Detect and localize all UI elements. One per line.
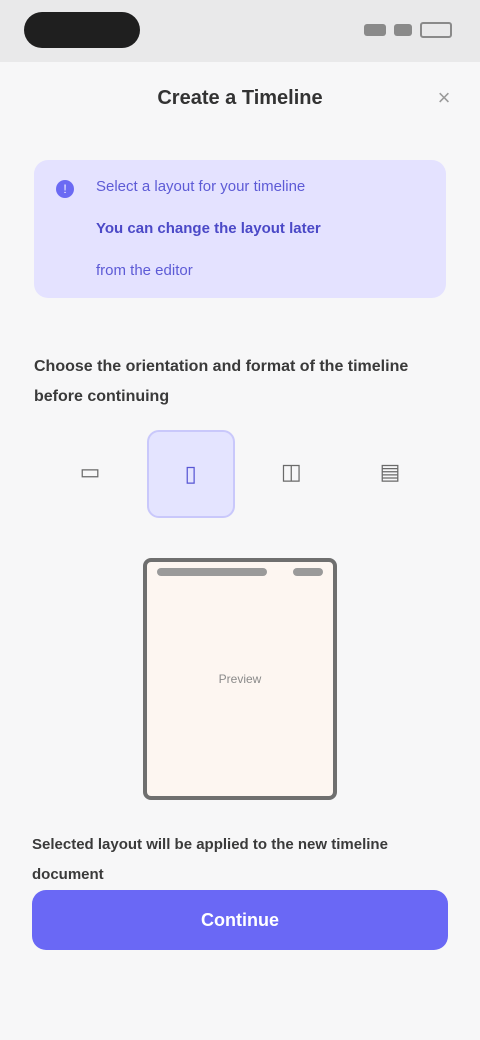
preview-header-bar [157, 568, 267, 576]
layout-option-1[interactable]: ▭ [48, 430, 132, 514]
battery-icon [420, 22, 452, 38]
signal-icon [364, 24, 386, 36]
preview-label: Preview [218, 672, 262, 686]
layout-options: ▭ ▯ ◫ ▤ [48, 430, 432, 526]
layout-option-4[interactable]: ▤ [348, 430, 432, 514]
status-icons [364, 22, 452, 38]
info-line-2: You can change the layout later [96, 220, 321, 237]
page-title: Create a Timeline [157, 86, 323, 109]
layout-icon: ▭ [79, 459, 101, 484]
layout-icon: ▤ [379, 459, 401, 484]
status-bar [0, 0, 480, 62]
layout-preview: Preview [143, 558, 337, 800]
close-icon: × [437, 85, 451, 110]
header: Create a Timeline × [0, 66, 480, 130]
preview-header-bar [293, 568, 323, 576]
dynamic-island [24, 12, 140, 48]
close-button[interactable]: × [428, 82, 460, 114]
info-icon: ! [56, 180, 74, 198]
instruction-text: Choose the orientation and format of the… [34, 358, 409, 405]
layout-option-2[interactable]: ▯ [146, 430, 235, 518]
layout-icon: ▯ [184, 461, 197, 486]
info-line-3: from the editor [96, 262, 193, 279]
info-card: ! Select a layout for your timeline You … [34, 160, 446, 298]
note-text: Selected layout will be applied to the n… [32, 836, 388, 883]
layout-option-3[interactable]: ◫ [249, 430, 333, 514]
wifi-icon [394, 24, 412, 36]
layout-icon: ◫ [280, 459, 302, 484]
continue-button[interactable]: Continue [32, 890, 448, 950]
info-line-1: Select a layout for your timeline [96, 178, 306, 195]
